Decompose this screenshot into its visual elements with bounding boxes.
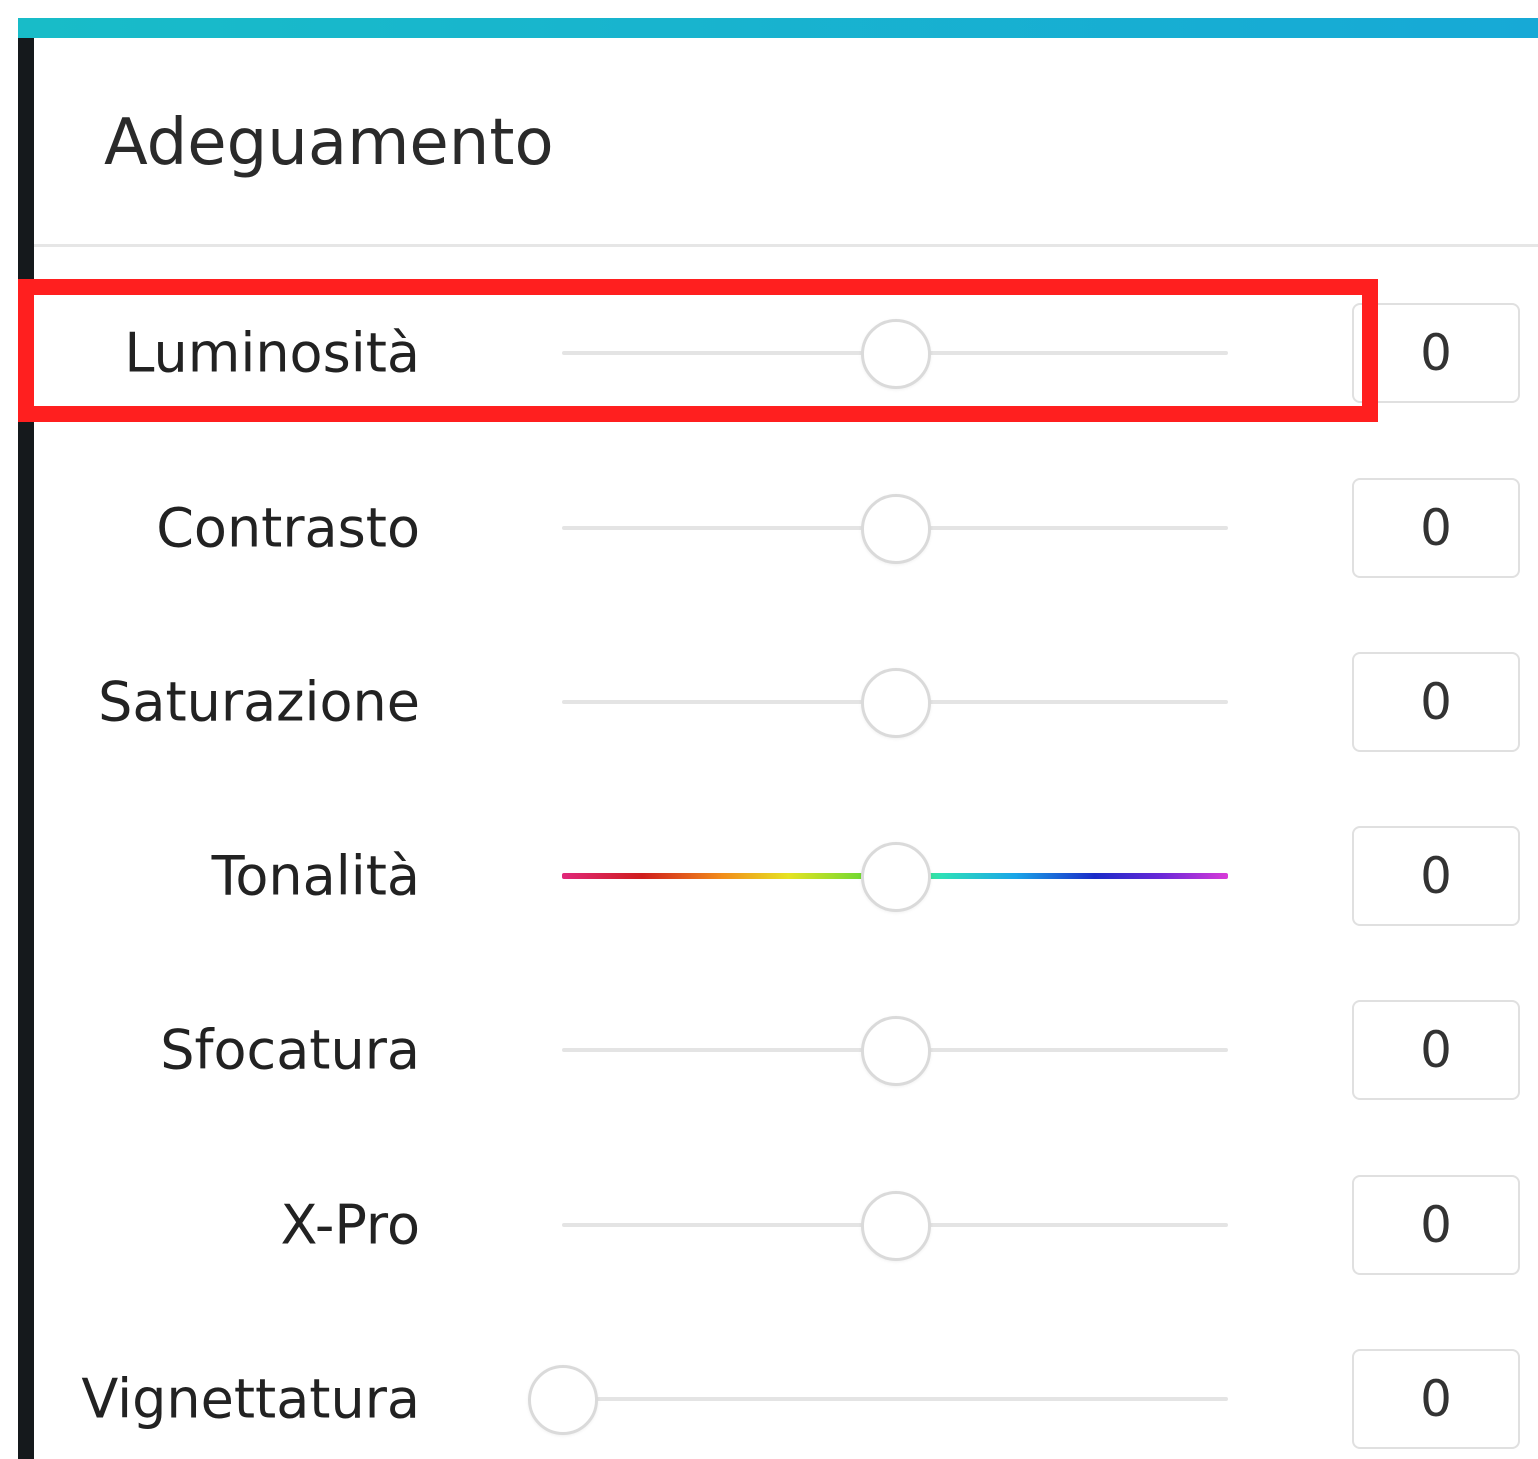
adjustment-row-vignette: Vignettatura 0 (34, 1344, 1538, 1454)
contrast-slider[interactable] (524, 492, 1266, 564)
brightness-slider[interactable] (524, 317, 1266, 389)
brightness-value-input[interactable]: 0 (1352, 303, 1520, 403)
contrast-slider-thumb[interactable] (861, 494, 931, 564)
adjustment-row-xpro: X-Pro 0 (34, 1170, 1538, 1280)
hue-slider-thumb[interactable] (861, 842, 931, 912)
vignette-slider[interactable] (524, 1363, 1266, 1435)
hue-value-input[interactable]: 0 (1352, 826, 1520, 926)
contrast-value-input[interactable]: 0 (1352, 478, 1520, 578)
saturation-label: Saturazione (98, 670, 420, 734)
xpro-slider[interactable] (524, 1189, 1266, 1261)
xpro-value-input[interactable]: 0 (1352, 1175, 1520, 1275)
adjustment-row-contrast: Contrasto 0 (34, 473, 1538, 583)
adjustment-row-blur: Sfocatura 0 (34, 995, 1538, 1105)
saturation-value-input[interactable]: 0 (1352, 652, 1520, 752)
blur-slider-thumb[interactable] (861, 1016, 931, 1086)
left-rail (18, 38, 34, 1459)
saturation-slider-thumb[interactable] (861, 668, 931, 738)
vignette-value-input[interactable]: 0 (1352, 1349, 1520, 1449)
vignette-slider-track[interactable] (562, 1397, 1228, 1401)
blur-value-input[interactable]: 0 (1352, 1000, 1520, 1100)
top-accent-bar (18, 18, 1538, 38)
adjustment-screen: Adeguamento Luminosità 0 Contrasto 0 Sat… (0, 0, 1538, 1459)
adjustment-row-brightness: Luminosità 0 (34, 298, 1538, 408)
saturation-slider[interactable] (524, 666, 1266, 738)
brightness-label: Luminosità (124, 321, 420, 385)
brightness-slider-thumb[interactable] (861, 319, 931, 389)
header-divider (34, 244, 1538, 247)
blur-label: Sfocatura (160, 1018, 420, 1082)
hue-slider[interactable] (524, 840, 1266, 912)
xpro-label: X-Pro (280, 1193, 420, 1257)
adjustment-row-saturation: Saturazione 0 (34, 647, 1538, 757)
blur-slider[interactable] (524, 1014, 1266, 1086)
adjustment-row-hue: Tonalità 0 (34, 821, 1538, 931)
adjustment-panel: Adeguamento Luminosità 0 Contrasto 0 Sat… (34, 38, 1538, 1459)
panel-title: Adeguamento (104, 106, 554, 180)
xpro-slider-thumb[interactable] (861, 1191, 931, 1261)
vignette-label: Vignettatura (81, 1367, 420, 1431)
hue-label: Tonalità (211, 844, 420, 908)
contrast-label: Contrasto (156, 496, 420, 560)
vignette-slider-thumb[interactable] (528, 1365, 598, 1435)
